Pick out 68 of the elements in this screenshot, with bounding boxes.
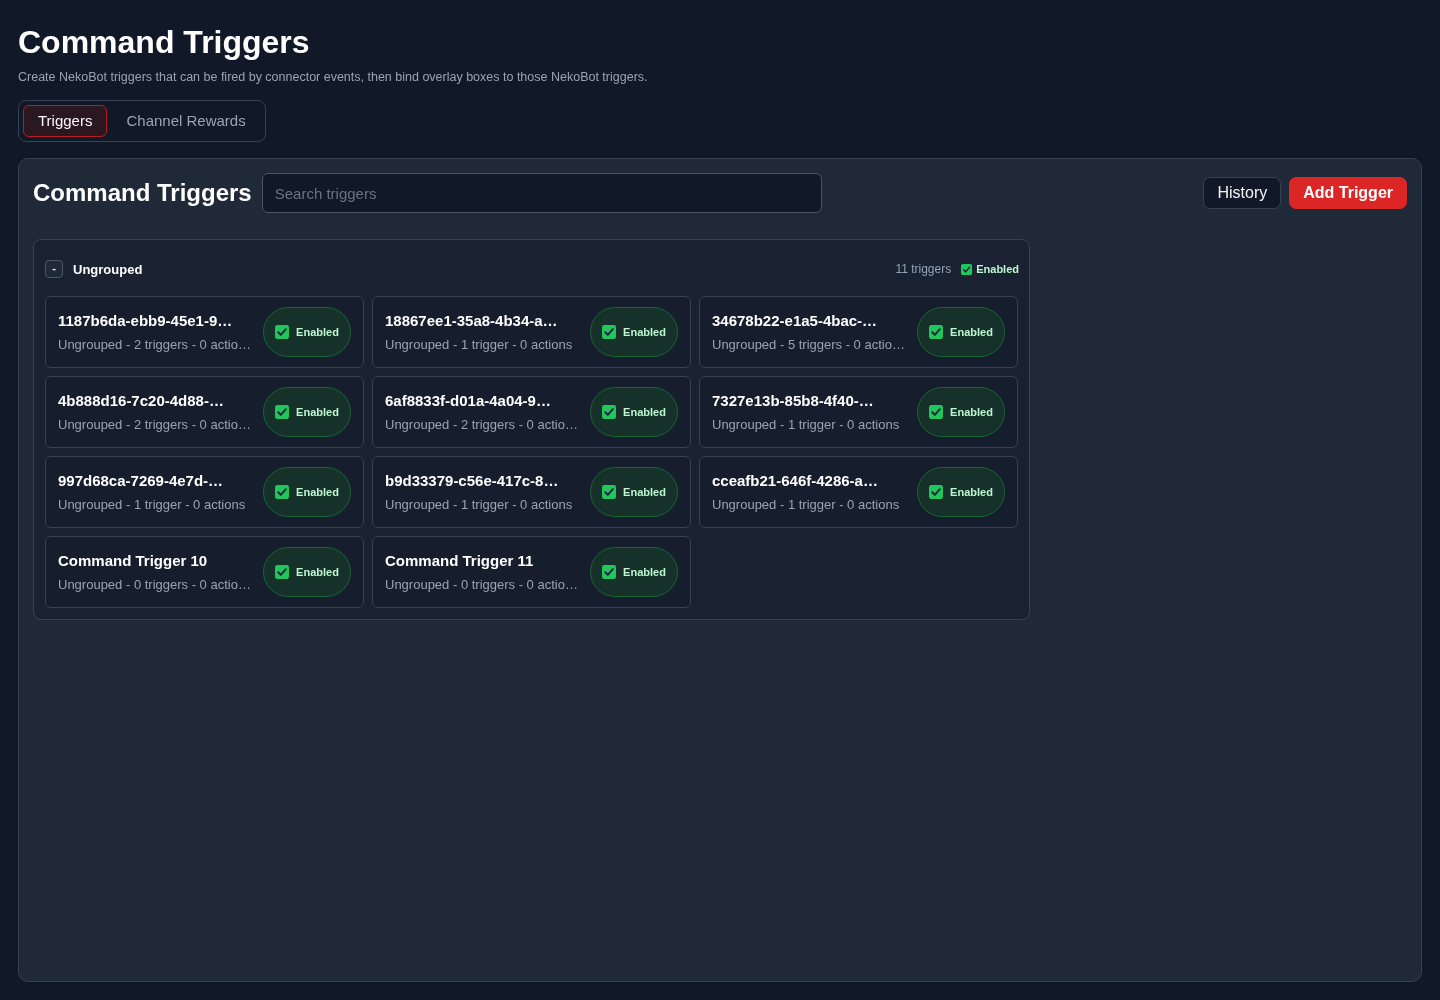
- add-trigger-button[interactable]: Add Trigger: [1289, 177, 1407, 209]
- trigger-summary: Ungrouped - 2 triggers - 0 actio…: [58, 337, 251, 352]
- checkbox-checked-icon[interactable]: [275, 325, 290, 339]
- group-enabled-label: Enabled: [976, 263, 1019, 275]
- trigger-name: 18867ee1-35a8-4b34-a…: [385, 312, 558, 329]
- trigger-name: cceafb21-646f-4286-a…: [712, 472, 878, 489]
- trigger-card[interactable]: 6af8833f-d01a-4a04-9… Ungrouped - 2 triggers - 0 actio… Enabled: [372, 376, 691, 448]
- trigger-summary: Ungrouped - 0 triggers - 0 actio…: [58, 577, 251, 592]
- trigger-name: 34678b22-e1a5-4bac-…: [712, 312, 878, 329]
- trigger-card[interactable]: 997d68ca-7269-4e7d-… Ungrouped - 1 trigger - 0 actions Enabled: [45, 456, 364, 528]
- history-button[interactable]: History: [1203, 177, 1282, 209]
- checkbox-checked-icon[interactable]: [275, 565, 290, 579]
- checkbox-checked-icon[interactable]: [602, 565, 617, 579]
- enabled-toggle[interactable]: Enabled: [590, 547, 678, 597]
- search-field[interactable]: Search triggers: [261, 173, 822, 213]
- tab[interactable]: Triggers: [23, 105, 108, 137]
- trigger-name: 7327e13b-85b8-4f40-…: [712, 392, 874, 409]
- page-subtitle: Create NekoBot triggers that can be fired by connector events, then bind overlay boxes to those NekoBot triggers.: [18, 70, 649, 84]
- enabled-toggle[interactable]: Enabled: [263, 387, 351, 437]
- trigger-summary: Ungrouped - 1 trigger - 0 actions: [385, 337, 573, 352]
- trigger-summary: Ungrouped - 1 trigger - 0 actions: [712, 417, 900, 432]
- enabled-toggle[interactable]: Enabled: [590, 307, 678, 357]
- trigger-card[interactable]: 18867ee1-35a8-4b34-a… Ungrouped - 1 trigger - 0 actions Enabled: [372, 296, 691, 368]
- trigger-card[interactable]: 34678b22-e1a5-4bac-… Ungrouped - 5 triggers - 0 actio… Enabled: [699, 296, 1018, 368]
- trigger-summary: Ungrouped - 2 triggers - 0 actio…: [385, 417, 578, 432]
- trigger-card[interactable]: b9d33379-c56e-417c-8… Ungrouped - 1 trigger - 0 actions Enabled: [372, 456, 691, 528]
- enabled-toggle[interactable]: Enabled: [263, 307, 351, 357]
- enabled-toggle[interactable]: Enabled: [917, 387, 1005, 437]
- checkbox-checked-icon[interactable]: [602, 485, 617, 499]
- trigger-summary: Ungrouped - 0 triggers - 0 actio…: [385, 577, 578, 592]
- enabled-toggle[interactable]: Enabled: [917, 307, 1005, 357]
- enabled-toggle[interactable]: Enabled: [263, 547, 351, 597]
- checkbox-checked-icon[interactable]: [602, 325, 617, 339]
- trigger-card[interactable]: Command Trigger 11 Ungrouped - 0 triggers - 0 actio… Enabled: [372, 536, 691, 608]
- panel-title: Command Triggers: [33, 179, 252, 207]
- tab[interactable]: Channel Rewards: [111, 105, 261, 137]
- trigger-name: 6af8833f-d01a-4a04-9…: [385, 392, 551, 409]
- trigger-name: Command Trigger 11: [385, 552, 534, 569]
- enabled-toggle[interactable]: Enabled: [590, 467, 678, 517]
- trigger-name: b9d33379-c56e-417c-8…: [385, 472, 559, 489]
- trigger-name: 1187b6da-ebb9-45e1-9…: [58, 312, 233, 329]
- trigger-summary: Ungrouped - 2 triggers - 0 actio…: [58, 417, 251, 432]
- enabled-toggle[interactable]: Enabled: [917, 467, 1005, 517]
- page-title: Command Triggers: [18, 24, 311, 60]
- trigger-card[interactable]: Command Trigger 10 Ungrouped - 0 triggers - 0 actio… Enabled: [45, 536, 364, 608]
- checkbox-checked-icon[interactable]: [275, 485, 290, 499]
- checkbox-checked-icon[interactable]: [929, 325, 944, 339]
- trigger-card[interactable]: 7327e13b-85b8-4f40-… Ungrouped - 1 trigger - 0 actions Enabled: [699, 376, 1018, 448]
- enabled-toggle[interactable]: Enabled: [263, 467, 351, 517]
- collapse-button[interactable]: -: [45, 260, 63, 278]
- checkbox-checked-icon[interactable]: [275, 405, 290, 419]
- trigger-card[interactable]: 4b888d16-7c20-4d88-… Ungrouped - 2 triggers - 0 actio… Enabled: [45, 376, 364, 448]
- group-name: Ungrouped: [73, 261, 143, 277]
- checkbox-checked-icon[interactable]: [961, 263, 973, 275]
- trigger-name: 997d68ca-7269-4e7d-…: [58, 472, 224, 489]
- trigger-summary: Ungrouped - 1 trigger - 0 actions: [385, 497, 573, 512]
- trigger-summary: Ungrouped - 1 trigger - 0 actions: [58, 497, 246, 512]
- checkbox-checked-icon[interactable]: [929, 405, 944, 419]
- trigger-summary: Ungrouped - 5 triggers - 0 actio…: [712, 337, 905, 352]
- checkbox-checked-icon[interactable]: [929, 485, 944, 499]
- trigger-count: 11 triggers: [895, 262, 952, 276]
- trigger-name: 4b888d16-7c20-4d88-…: [58, 392, 224, 409]
- trigger-name: Command Trigger 10: [58, 552, 208, 569]
- trigger-summary: Ungrouped - 1 trigger - 0 actions: [712, 497, 900, 512]
- trigger-card[interactable]: cceafb21-646f-4286-a… Ungrouped - 1 trigger - 0 actions Enabled: [699, 456, 1018, 528]
- enabled-toggle[interactable]: Enabled: [590, 387, 678, 437]
- trigger-card[interactable]: 1187b6da-ebb9-45e1-9… Ungrouped - 2 triggers - 0 actio… Enabled: [45, 296, 364, 368]
- checkbox-checked-icon[interactable]: [602, 405, 617, 419]
